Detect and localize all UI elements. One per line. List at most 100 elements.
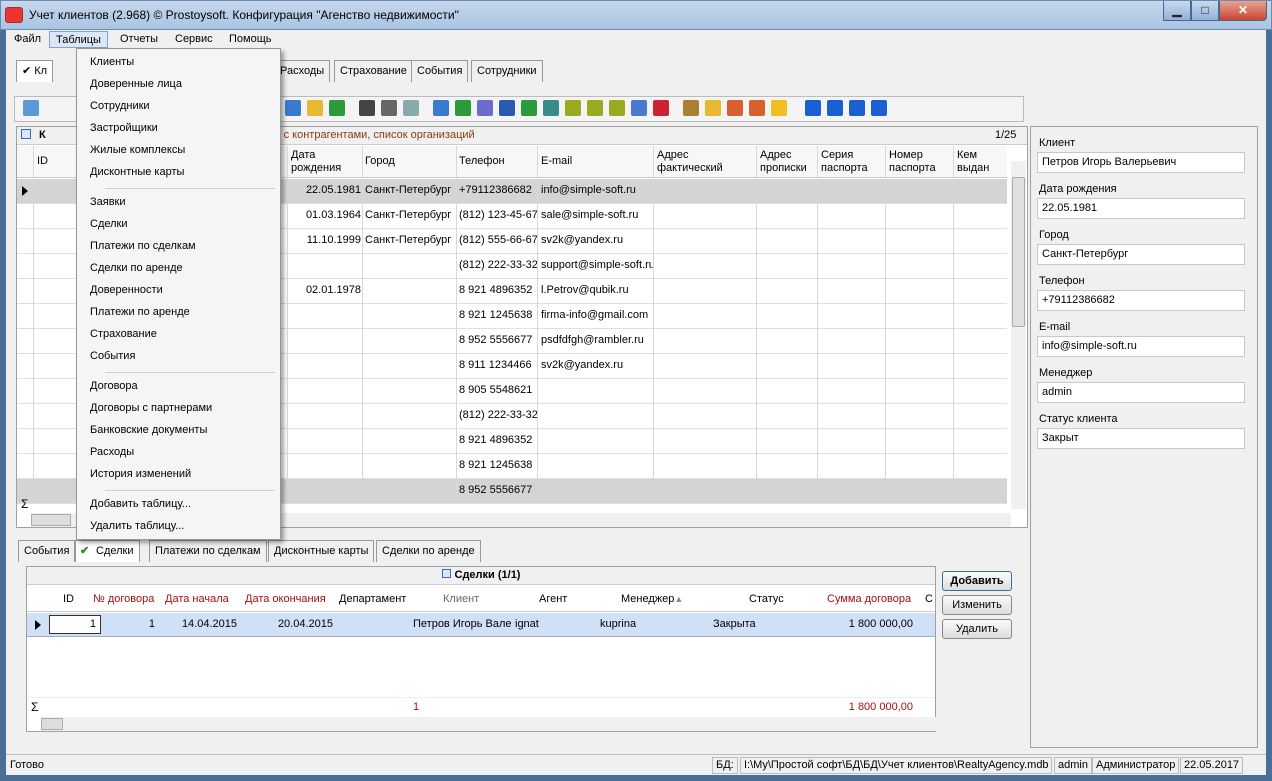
menu-tables[interactable]: Таблицы <box>49 31 108 48</box>
field-manager-input[interactable]: admin <box>1037 382 1245 403</box>
header-issued-by[interactable]: Кем выдан <box>957 149 997 175</box>
deal-manager-cell[interactable]: kuprina <box>600 618 700 630</box>
grid-vertical-scrollbar[interactable] <box>1011 161 1026 509</box>
birth-cell[interactable]: 11.10.1999 <box>291 234 361 246</box>
export-6-icon[interactable] <box>587 100 603 116</box>
header-phone[interactable]: Телефон <box>459 155 505 168</box>
menu-item-events[interactable]: События <box>80 345 277 367</box>
deals-header-sum[interactable]: Сумма договора <box>827 593 911 605</box>
chart-icon[interactable] <box>653 100 669 116</box>
menu-item-partner-contracts[interactable]: Договоры с партнерами <box>80 397 277 419</box>
tab-insurance[interactable]: Страхование <box>334 60 413 82</box>
email-cell[interactable]: l.Petrov@qubik.ru <box>541 284 653 296</box>
deals-header-client[interactable]: Клиент <box>443 593 479 605</box>
tab-clients[interactable]: ✔ Кл <box>16 60 54 82</box>
export-7-icon[interactable] <box>609 100 625 116</box>
tab-expenses[interactable]: Расходы <box>274 60 331 82</box>
header-address-registration[interactable]: Адрес прописки <box>760 149 815 175</box>
deal-number-cell[interactable]: 1 <box>103 618 155 630</box>
menu-item-clients[interactable]: Клиенты <box>80 51 277 73</box>
export-icon[interactable] <box>433 100 449 116</box>
email-cell[interactable]: sv2k@yandex.ru <box>541 359 653 371</box>
deal-status-cell[interactable]: Закрыта <box>713 618 813 630</box>
email-cell[interactable]: support@simple-soft.ru <box>541 259 653 271</box>
word-icon[interactable] <box>499 100 515 116</box>
export-4-icon[interactable] <box>543 100 559 116</box>
header-email[interactable]: E-mail <box>541 155 572 168</box>
menu-item-requests[interactable]: Заявки <box>80 191 277 213</box>
email-cell[interactable]: sv2k@yandex.ru <box>541 234 653 246</box>
last-record-icon[interactable] <box>871 100 887 116</box>
menu-item-residential-complexes[interactable]: Жилые комплексы <box>80 139 277 161</box>
menu-item-employees[interactable]: Сотрудники <box>80 95 277 117</box>
deals-header-agent[interactable]: Агент <box>539 593 567 605</box>
print-icon[interactable] <box>381 100 397 116</box>
birth-cell[interactable]: 02.01.1978 <box>291 284 361 296</box>
phone-cell[interactable]: 8 911 1234466 <box>459 359 537 371</box>
preview-icon[interactable] <box>403 100 419 116</box>
minimize-button[interactable]: ▁ <box>1163 1 1191 21</box>
sql-icon[interactable] <box>329 100 345 116</box>
deals-grid[interactable]: Сделки (1/1) ID № договора Дата начала Д… <box>26 566 937 732</box>
field-phone-input[interactable]: +79112386682 <box>1037 290 1245 311</box>
menu-service[interactable]: Сервис <box>169 31 219 48</box>
deal-sum-cell[interactable]: 1 800 000,00 <box>827 618 913 630</box>
email-cell[interactable]: info@simple-soft.ru <box>541 184 653 196</box>
phone-cell[interactable]: 8 921 4896352 <box>459 284 537 296</box>
menu-item-powers-of-attorney[interactable]: Доверенности <box>80 279 277 301</box>
tab-events[interactable]: События <box>411 60 469 82</box>
delete-button[interactable]: Удалить <box>942 619 1012 639</box>
add-button[interactable]: Добавить <box>942 571 1012 591</box>
phone-cell[interactable]: (812) 555-66-67 <box>459 234 537 246</box>
field-birth-input[interactable]: 22.05.1981 <box>1037 198 1245 219</box>
menu-file[interactable]: Файл <box>8 31 47 48</box>
deals-header-id[interactable]: ID <box>63 593 74 605</box>
header-passport-series[interactable]: Серия паспорта <box>821 149 881 175</box>
phone-cell[interactable]: 8 921 1245638 <box>459 459 537 471</box>
deal-id-cell[interactable]: 1 <box>49 615 101 634</box>
phone-cell[interactable]: (812) 123-45-67 <box>459 209 537 221</box>
phone-cell[interactable]: 8 905 5548621 <box>459 384 537 396</box>
city-cell[interactable]: Санкт-Петербург <box>365 209 455 221</box>
menu-item-deal-payments[interactable]: Платежи по сделкам <box>80 235 277 257</box>
deals-header-start[interactable]: Дата начала <box>165 593 229 605</box>
fields-icon[interactable] <box>749 100 765 116</box>
phone-cell[interactable]: 8 952 5556677 <box>459 334 537 346</box>
header-passport-number[interactable]: Номер паспорта <box>889 149 949 175</box>
filter-icon[interactable] <box>285 100 301 116</box>
tab-bottom-rent-deals[interactable]: Сделки по аренде <box>376 540 481 562</box>
menu-item-expenses[interactable]: Расходы <box>80 441 277 463</box>
import-icon[interactable] <box>683 100 699 116</box>
group-icon[interactable] <box>307 100 323 116</box>
city-cell[interactable]: Санкт-Петербург <box>365 184 455 196</box>
tab-bottom-deals[interactable]: ✔ Сделки <box>75 540 140 562</box>
deals-header-department[interactable]: Департамент <box>339 593 406 605</box>
deal-client-cell[interactable]: Петров Игорь Вале <box>413 618 513 630</box>
grid-vscroll-thumb[interactable] <box>1012 177 1025 327</box>
menu-item-rent-deals[interactable]: Сделки по аренде <box>80 257 277 279</box>
deals-header-status[interactable]: Статус <box>749 593 784 605</box>
menu-item-discount-cards[interactable]: Дисконтные карты <box>80 161 277 183</box>
deal-agent-cell[interactable]: ignat <box>515 618 595 630</box>
field-status-input[interactable]: Закрыт <box>1037 428 1245 449</box>
phone-cell[interactable]: 8 952 5556677 <box>459 484 537 496</box>
field-client-input[interactable]: Петров Игорь Валерьевич <box>1037 152 1245 173</box>
phone-cell[interactable]: (812) 222-33-32 <box>459 259 537 271</box>
deals-header-end[interactable]: Дата окончания <box>245 593 326 605</box>
deal-end-cell[interactable]: 20.04.2015 <box>239 618 333 630</box>
menu-item-developers[interactable]: Застройщики <box>80 117 277 139</box>
new-record-icon[interactable] <box>23 100 39 116</box>
find-icon[interactable] <box>359 100 375 116</box>
table-settings-icon[interactable] <box>727 100 743 116</box>
menu-item-delete-table[interactable]: Удалить таблицу... <box>80 515 277 537</box>
next-record-icon[interactable] <box>849 100 865 116</box>
deals-horizontal-scrollbar[interactable] <box>41 717 937 731</box>
deals-hscroll-thumb[interactable] <box>41 718 63 730</box>
header-id[interactable]: ID <box>37 155 48 168</box>
tab-bottom-deal-payments[interactable]: Платежи по сделкам <box>149 540 267 562</box>
menu-reports[interactable]: Отчеты <box>114 31 164 48</box>
phone-cell[interactable]: (812) 222-33-32 <box>459 409 537 421</box>
deals-header-number[interactable]: № договора <box>93 593 154 605</box>
export-5-icon[interactable] <box>565 100 581 116</box>
tab-employees[interactable]: Сотрудники <box>471 60 543 82</box>
